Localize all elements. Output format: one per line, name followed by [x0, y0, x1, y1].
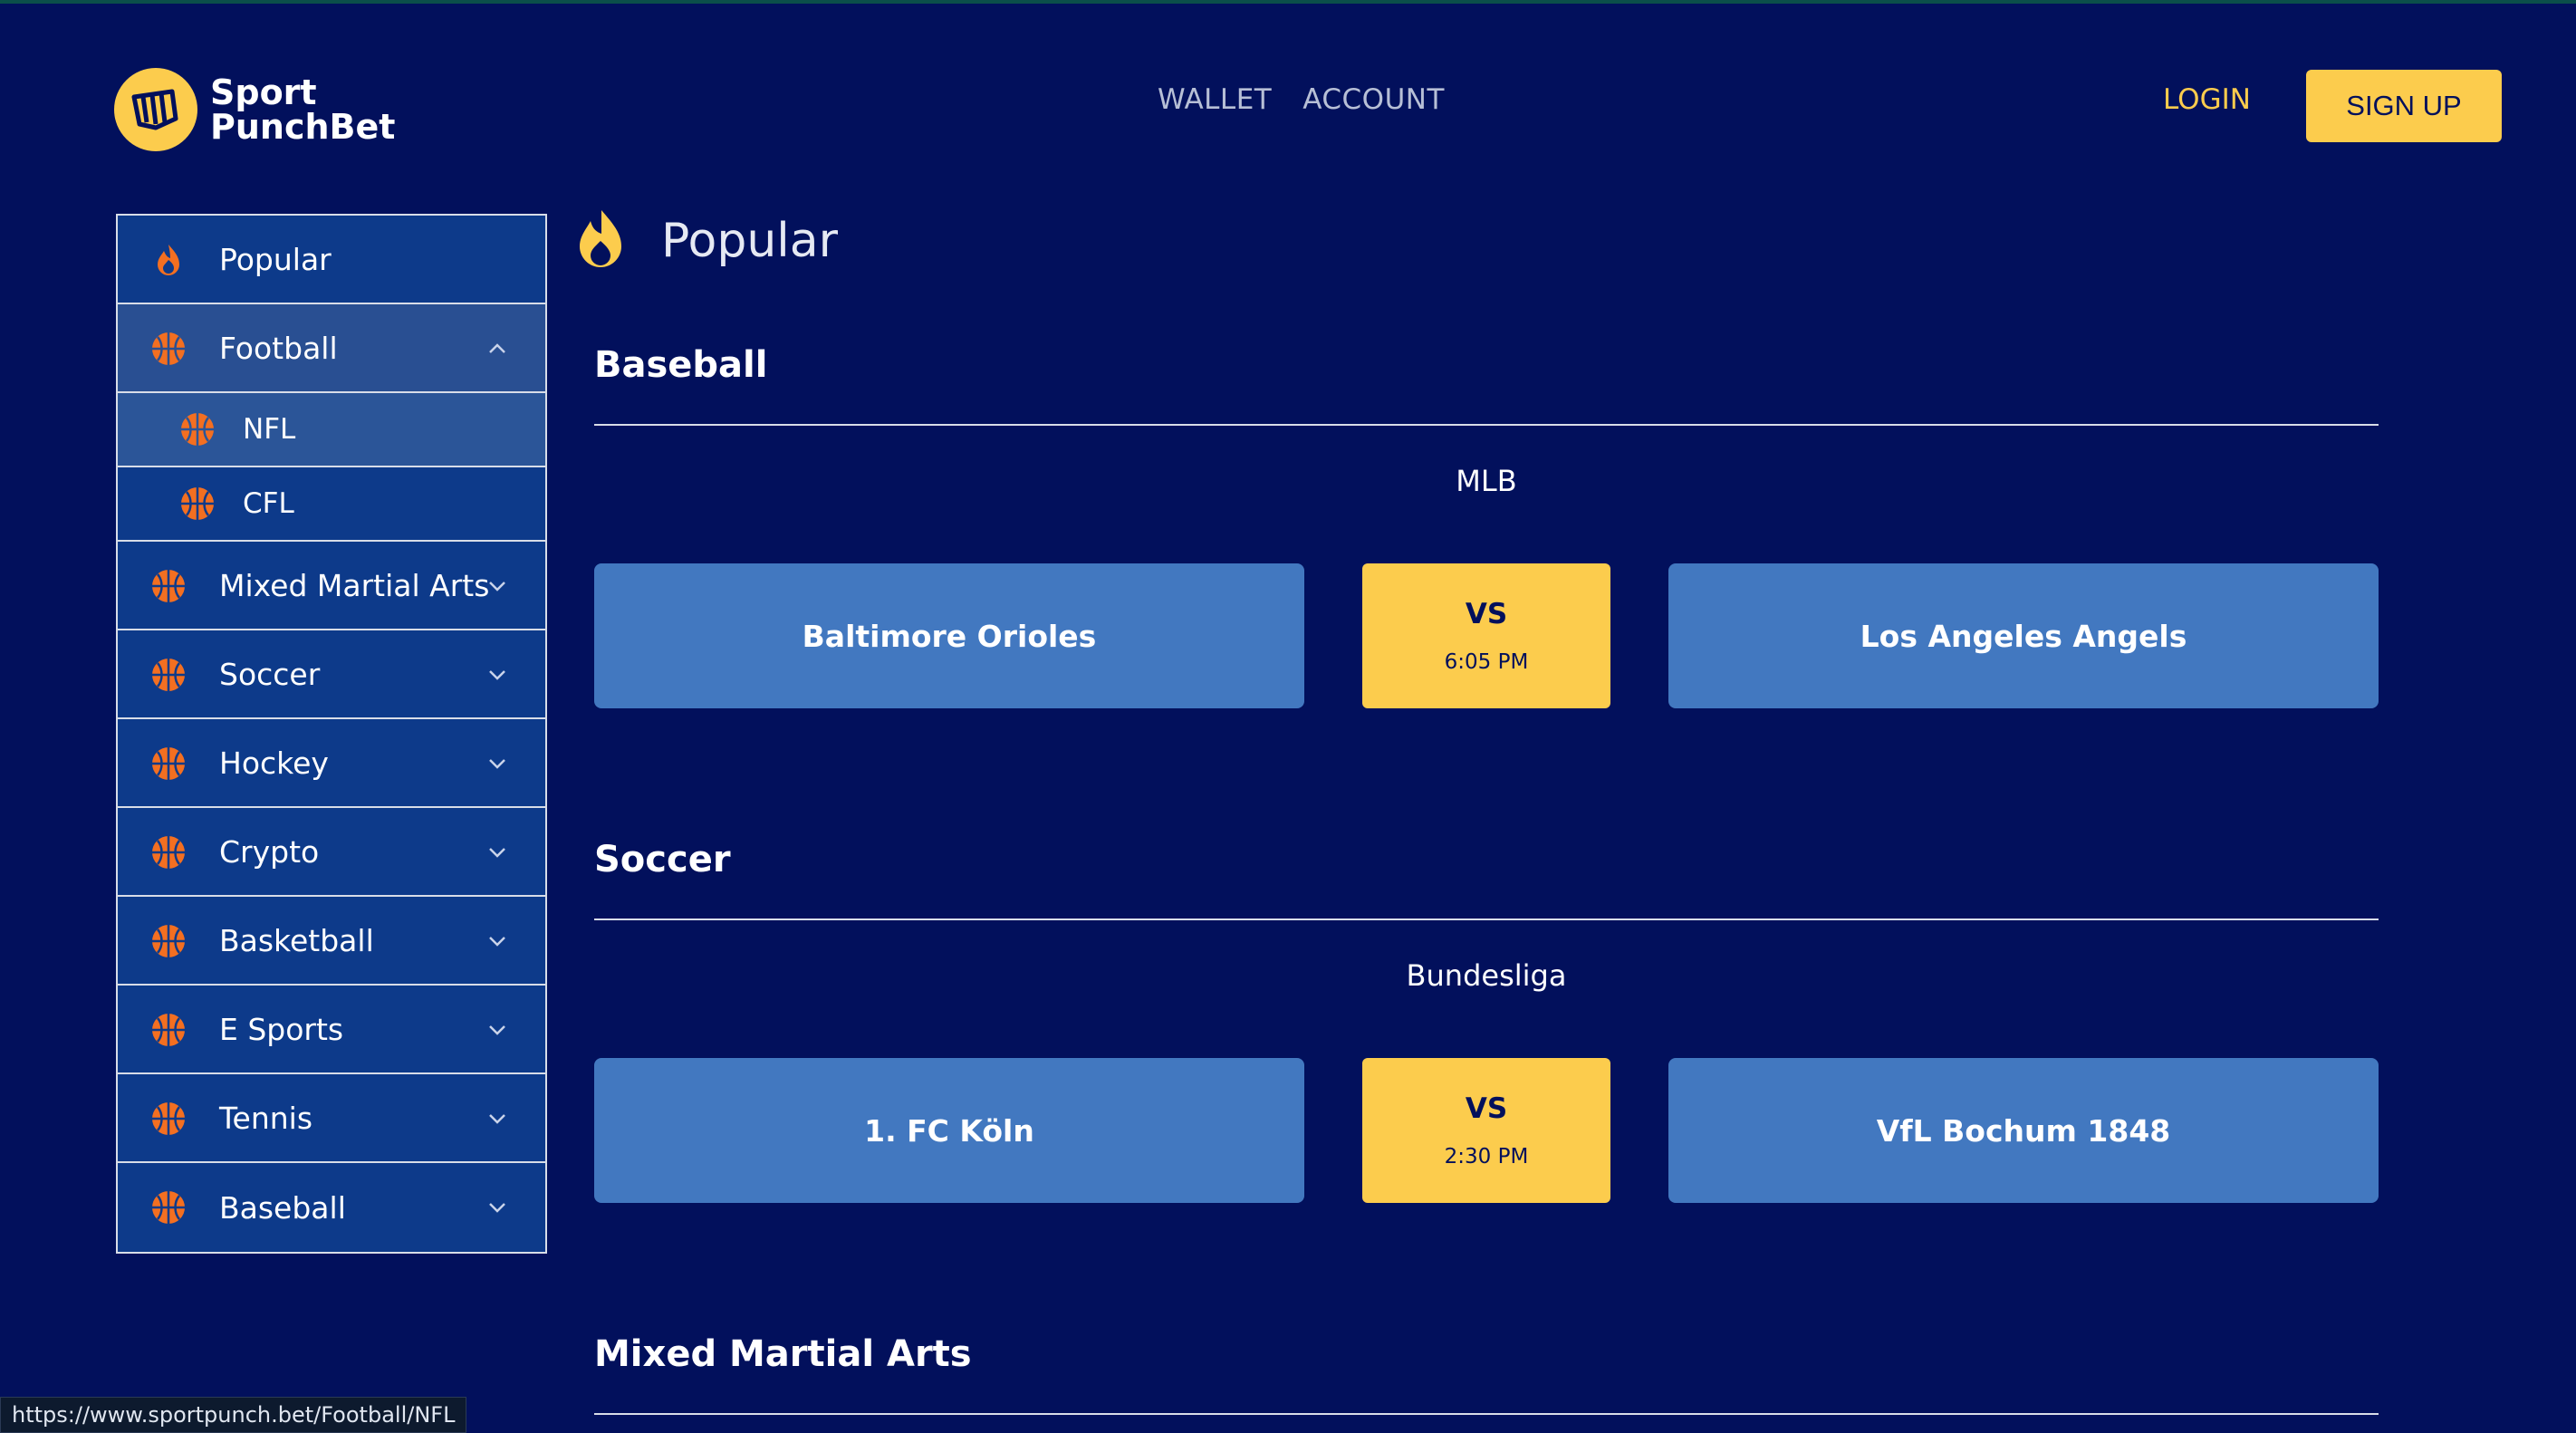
- section-title-mma: Mixed Martial Arts: [594, 1333, 972, 1375]
- sidebar-item-label: Tennis: [219, 1100, 313, 1136]
- chevron-down-icon: [489, 1203, 505, 1213]
- basketball-icon: [152, 570, 185, 602]
- sidebar-item-hockey[interactable]: Hockey: [118, 719, 545, 808]
- punch-logo-icon: [114, 68, 197, 151]
- chevron-down-icon: [489, 1114, 505, 1124]
- nav-account-link[interactable]: ACCOUNT: [1302, 83, 1445, 116]
- sidebar-item-crypto[interactable]: Crypto: [118, 808, 545, 897]
- sidebar-item-label: Mixed Martial Arts: [219, 567, 490, 603]
- sidebar-item-basketball[interactable]: Basketball: [118, 897, 545, 986]
- link-status-bar: https://www.sportpunch.bet/Football/NFL: [0, 1397, 467, 1433]
- basketball-icon: [181, 487, 214, 520]
- home-team-button[interactable]: Baltimore Orioles: [594, 563, 1304, 708]
- sidebar-item-label: CFL: [243, 487, 294, 520]
- match-time: 6:05 PM: [1444, 650, 1529, 674]
- sidebar-item-label: Hockey: [219, 745, 329, 781]
- sidebar-subitem-cfl[interactable]: CFL: [118, 467, 545, 542]
- sidebar-item-label: NFL: [243, 413, 296, 446]
- home-team-button[interactable]: 1. FC Köln: [594, 1058, 1304, 1203]
- basketball-icon: [181, 413, 214, 446]
- flame-icon: [580, 210, 621, 267]
- basketball-icon: [152, 332, 185, 365]
- section-title-soccer: Soccer: [594, 839, 731, 880]
- sidebar-item-label: Soccer: [219, 656, 321, 692]
- basketball-icon: [152, 1191, 185, 1224]
- basketball-icon: [152, 1014, 185, 1046]
- sidebar-item-label: Football: [219, 330, 338, 366]
- chevron-down-icon: [489, 1025, 505, 1035]
- sidebar-item-e-sports[interactable]: E Sports: [118, 986, 545, 1074]
- basketball-icon: [152, 1102, 185, 1135]
- basketball-icon: [152, 747, 185, 780]
- match-vs-box[interactable]: VS 2:30 PM: [1362, 1058, 1610, 1203]
- nav-wallet-link[interactable]: WALLET: [1158, 83, 1272, 116]
- chevron-down-icon: [489, 937, 505, 947]
- section-divider: [594, 1413, 2379, 1415]
- top-nav: WALLET ACCOUNT: [1158, 83, 1445, 116]
- brand-line2: PunchBet: [210, 107, 396, 147]
- sidebar-item-label: Crypto: [219, 833, 320, 870]
- league-name: MLB: [1456, 464, 1517, 498]
- page-root: Sport PunchBet WALLET ACCOUNT LOGIN SIGN…: [0, 0, 2576, 1433]
- chevron-down-icon: [489, 582, 505, 591]
- chevron-down-icon: [489, 848, 505, 858]
- away-team-button[interactable]: VfL Bochum 1848: [1668, 1058, 2379, 1203]
- sidebar-item-popular[interactable]: Popular: [118, 216, 545, 304]
- top-accent-line: [0, 0, 2576, 4]
- brand-line1: Sport: [210, 72, 317, 112]
- vs-label: VS: [1465, 598, 1508, 630]
- sidebar-item-label: Popular: [219, 241, 332, 277]
- sidebar-item-mixed-martial-arts[interactable]: Mixed Martial Arts: [118, 542, 545, 630]
- brand-name: Sport PunchBet: [210, 75, 395, 144]
- sidebar-item-football[interactable]: Football: [118, 304, 545, 393]
- signup-button[interactable]: SIGN UP: [2306, 70, 2502, 142]
- login-link[interactable]: LOGIN: [2163, 83, 2251, 116]
- basketball-icon: [152, 836, 185, 869]
- section-divider: [594, 918, 2379, 920]
- section-title-baseball: Baseball: [594, 344, 768, 386]
- page-title: Popular: [661, 214, 838, 268]
- sidebar-item-label: E Sports: [219, 1011, 344, 1047]
- sidebar-item-soccer[interactable]: Soccer: [118, 630, 545, 719]
- basketball-icon: [152, 659, 185, 691]
- page-heading: Popular: [574, 208, 838, 274]
- away-team-button[interactable]: Los Angeles Angels: [1668, 563, 2379, 708]
- league-name: Bundesliga: [1406, 958, 1567, 993]
- match-time: 2:30 PM: [1444, 1145, 1529, 1169]
- flame-icon: [158, 245, 179, 275]
- chevron-down-icon: [489, 759, 505, 769]
- sidebar-item-label: Baseball: [219, 1189, 346, 1226]
- chevron-up-icon: [489, 343, 505, 353]
- chevron-down-icon: [489, 670, 505, 680]
- sports-sidebar: Popular Football NFL CFL Mixed Martial A…: [116, 214, 547, 1254]
- sidebar-item-baseball[interactable]: Baseball: [118, 1163, 545, 1252]
- match-vs-box[interactable]: VS 6:05 PM: [1362, 563, 1610, 708]
- sidebar-item-tennis[interactable]: Tennis: [118, 1074, 545, 1163]
- sidebar-item-label: Basketball: [219, 922, 374, 958]
- vs-label: VS: [1465, 1092, 1508, 1125]
- section-divider: [594, 424, 2379, 426]
- sidebar-subitem-nfl[interactable]: NFL: [118, 393, 545, 467]
- brand-logo[interactable]: Sport PunchBet: [114, 68, 395, 151]
- basketball-icon: [152, 925, 185, 957]
